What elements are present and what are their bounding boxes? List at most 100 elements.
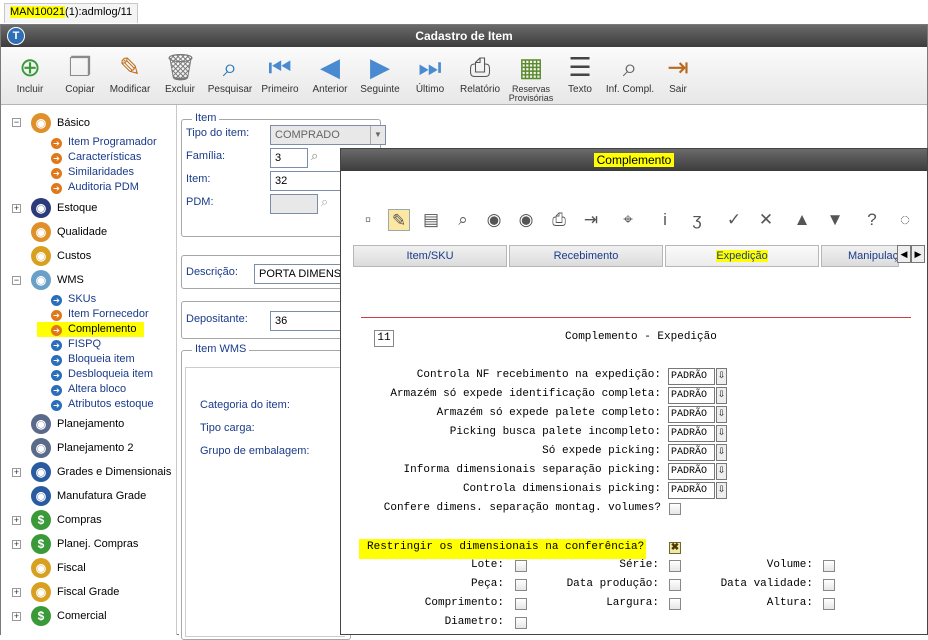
tree-item-complemento[interactable]: ➔ Complemento [37,322,145,337]
up-icon[interactable]: ▲ [791,209,813,231]
seguinte-button[interactable]: ▶ Seguinte [355,51,405,95]
tree-item-altera-bloco[interactable]: ➔ Altera bloco [51,382,126,397]
search-icon[interactable]: ⌕ [311,148,318,164]
expand-icon[interactable]: + [12,612,21,621]
tree-item-bloqueia-item[interactable]: ➔ Bloqueia item [51,352,135,367]
scroll-right-icon[interactable]: ▶ [911,245,925,263]
message-icon[interactable]: ◌ [894,209,916,231]
pesquisar-button[interactable]: ⌕ Pesquisar [205,51,255,95]
expand-icon[interactable]: + [12,588,21,597]
familia-field[interactable]: 3 [270,148,308,168]
combo-so-expede[interactable]: PADRÃO ⇩ [668,444,728,461]
comprimento-checkbox[interactable] [515,598,527,610]
copiar-button[interactable]: ❐ Copiar [55,51,105,95]
tree-node-fiscal-grade[interactable]: ◉ Fiscal Grade [31,581,119,603]
previous-icon[interactable]: ◉ [483,209,505,231]
collapse-icon[interactable]: − [12,276,21,285]
program-tab[interactable]: MAN10021(1):admlog/11 [4,3,139,23]
descricao-field[interactable]: PORTA DIMENS N [254,264,342,284]
tree-node-planej-compras[interactable]: $ Planej. Compras [31,533,138,555]
restringir-checkbox[interactable]: ✖ [669,542,681,554]
largura-checkbox[interactable] [669,598,681,610]
search-icon[interactable]: ⌕ [452,209,474,231]
combo-palete[interactable]: PADRÃO ⇩ [668,406,728,423]
tree-node-planejamento-2[interactable]: ◉ Planejamento 2 [31,437,133,459]
tree-node-compras[interactable]: $ Compras [31,509,102,531]
depositante-field[interactable]: 36 [270,311,342,331]
new-icon[interactable]: ▫ [357,209,379,231]
next-icon[interactable]: ◉ [515,209,537,231]
item-field[interactable]: 32 [270,171,342,191]
anterior-button[interactable]: ◀ Anterior [305,51,355,95]
tree-item-caracteristicas[interactable]: ➔ Características [51,150,141,165]
tree-item-skus[interactable]: ➔ SKUs [51,292,96,307]
diametro-checkbox[interactable] [515,617,527,629]
tree-node-basico[interactable]: ◉ Básico [31,112,90,134]
zoom-icon[interactable]: ʒ [686,209,708,231]
tree-item-item-fornecedor[interactable]: ➔ Item Fornecedor [51,307,149,322]
lote-checkbox[interactable] [515,560,527,572]
binoculars-icon[interactable]: ⌖ [617,209,639,231]
tree-node-manufatura-grade[interactable]: ◉ Manufatura Grade [31,485,146,507]
tab-manipulacao[interactable]: Manipulação [821,245,899,267]
tree-node-estoque[interactable]: ◉ Estoque [31,197,97,219]
tree-node-planejamento[interactable]: ◉ Planejamento [31,413,124,435]
tab-item-sku[interactable]: Item/SKU [353,245,507,267]
confirm-icon[interactable]: ✓ [723,209,745,231]
tree-node-custos[interactable]: ◉ Custos [31,245,91,267]
tree-item-atributos-estoque[interactable]: ➔ Atributos estoque [51,397,154,412]
expand-icon[interactable]: + [12,468,21,477]
expand-icon[interactable]: + [12,516,21,525]
tree-item-auditoria-pdm[interactable]: ➔ Auditoria PDM [51,180,139,195]
incluir-button[interactable]: ⊕ Incluir [5,51,55,95]
combo-controla-dim[interactable]: PADRÃO ⇩ [668,482,728,499]
scroll-left-icon[interactable]: ◀ [897,245,911,263]
ultimo-button[interactable]: ⏭ Último [405,51,455,95]
tree-item-fispq[interactable]: ➔ FISPQ [51,337,101,352]
tree-node-comercial[interactable]: $ Comercial [31,605,107,627]
peca-checkbox[interactable] [515,579,527,591]
tree-node-grades[interactable]: ◉ Grades e Dimensionais [31,461,171,483]
texto-button[interactable]: ☰ Texto [555,51,605,95]
tree-item-similaridades[interactable]: ➔ Similaridades [51,165,134,180]
reservas-button[interactable]: ▦ Reservas Provisórias [505,51,557,103]
confere-checkbox[interactable] [669,503,681,515]
info-icon[interactable]: i [654,209,676,231]
printer-icon[interactable]: ⎙ [548,209,570,231]
tree-node-fiscal[interactable]: ◉ Fiscal [31,557,86,579]
tree-item-item-programador[interactable]: ➔ Item Programador [51,135,157,150]
volume-checkbox[interactable] [823,560,835,572]
help-icon[interactable]: ? [861,209,883,231]
sair-button[interactable]: ⇥ Sair [653,51,703,95]
combo-identificacao[interactable]: PADRÃO ⇩ [668,387,728,404]
expand-icon[interactable]: + [12,204,21,213]
expand-icon[interactable]: + [12,540,21,549]
search-icon[interactable]: ⌕ [321,194,328,210]
lote-label: Lote: [470,559,504,571]
tab-expedicao[interactable]: Expedição [665,245,819,267]
data-validade-checkbox[interactable] [823,579,835,591]
modificar-button[interactable]: ✎ Modificar [105,51,155,95]
relatorio-button[interactable]: ⎙ Relatório [455,51,505,95]
excluir-button[interactable]: 🗑 Excluir [155,51,205,95]
edit-icon[interactable]: ✎ [388,209,410,231]
inf-compl-button[interactable]: ⌕ Inf. Compl. [605,51,655,95]
data-producao-checkbox[interactable] [669,579,681,591]
primeiro-button[interactable]: ⏮ Primeiro [255,51,305,95]
altura-checkbox[interactable] [823,598,835,610]
cancel-icon[interactable]: ✕ [755,209,777,231]
combo-picking-busca[interactable]: PADRÃO ⇩ [668,425,728,442]
down-icon[interactable]: ▼ [824,209,846,231]
serie-checkbox[interactable] [669,560,681,572]
combo-informa-dim[interactable]: PADRÃO ⇩ [668,463,728,480]
tipo-select[interactable]: COMPRADO ▼ [270,125,386,145]
pdm-field[interactable] [270,194,318,214]
tree-node-wms[interactable]: ◉ WMS [31,269,84,291]
combo-nf[interactable]: PADRÃO ⇩ [668,368,728,385]
tab-recebimento[interactable]: Recebimento [509,245,663,267]
tree-item-desbloqueia-item[interactable]: ➔ Desbloqueia item [51,367,153,382]
trash-icon[interactable]: ▤ [420,209,442,231]
tree-node-qualidade[interactable]: ◉ Qualidade [31,221,107,243]
exit-icon[interactable]: ⇥ [580,209,602,231]
collapse-icon[interactable]: − [12,118,21,127]
